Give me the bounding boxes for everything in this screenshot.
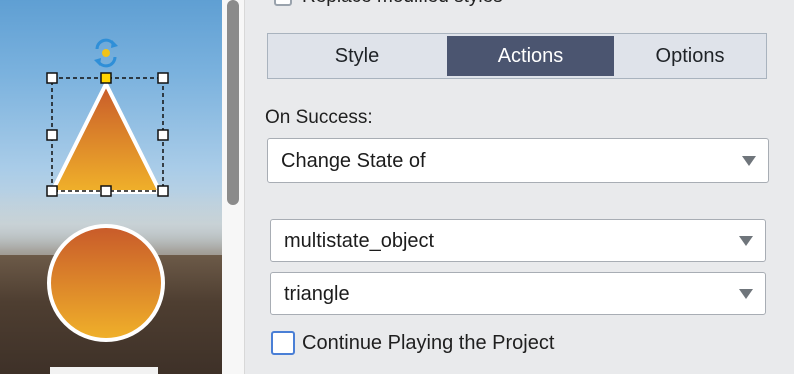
replace-styles-label: Replace modified styles	[302, 0, 503, 8]
state-value: triangle	[284, 283, 350, 305]
circle-shape[interactable]	[47, 224, 165, 342]
object-value: multistate_object	[284, 230, 435, 252]
replace-styles-checkbox[interactable]	[274, 0, 292, 6]
continue-playing-label: Continue Playing the Project	[302, 331, 555, 354]
tab-actions[interactable]: Actions	[447, 36, 614, 76]
triangle-shape[interactable]	[50, 82, 162, 194]
rotate-icon[interactable]	[94, 38, 118, 68]
continue-playing-option[interactable]: Continue Playing the Project	[271, 330, 554, 356]
on-success-select[interactable]: Change State of	[267, 138, 769, 183]
state-select[interactable]: triangle	[270, 272, 766, 315]
stage-objects	[46, 38, 169, 342]
scrollbar-thumb[interactable]	[227, 0, 239, 205]
object-label-strip	[50, 367, 158, 374]
tab-style[interactable]: Style	[270, 36, 444, 76]
on-success-value: Change State of	[281, 150, 426, 172]
tab-options[interactable]: Options	[616, 36, 764, 76]
chevron-down-icon	[739, 235, 753, 246]
properties-tabs: Style Actions Options	[267, 33, 767, 79]
on-success-label: On Success:	[265, 107, 373, 128]
chevron-down-icon	[739, 288, 753, 299]
object-select[interactable]: multistate_object	[270, 219, 766, 262]
stage-scrollbar[interactable]	[222, 0, 245, 374]
stage-canvas[interactable]	[0, 0, 222, 374]
chevron-down-icon	[742, 155, 756, 166]
replace-styles-option[interactable]: Replace modified styles	[274, 0, 503, 8]
continue-playing-checkbox[interactable]	[271, 331, 295, 355]
